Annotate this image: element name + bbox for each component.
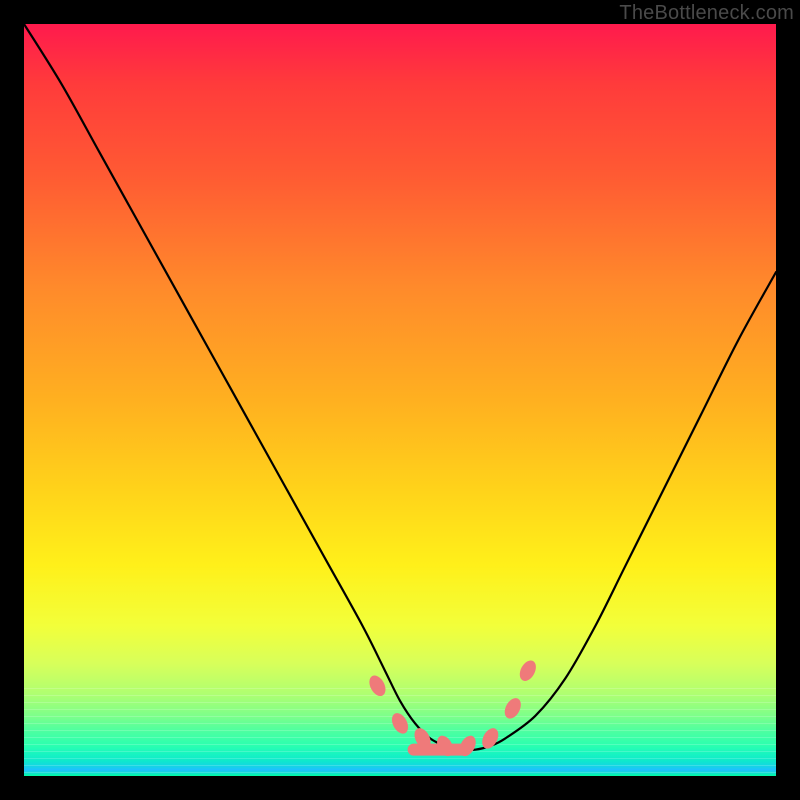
chart-frame [24, 24, 776, 776]
watermark-text: TheBottleneck.com [619, 2, 794, 25]
chart-background-gradient [24, 24, 776, 776]
